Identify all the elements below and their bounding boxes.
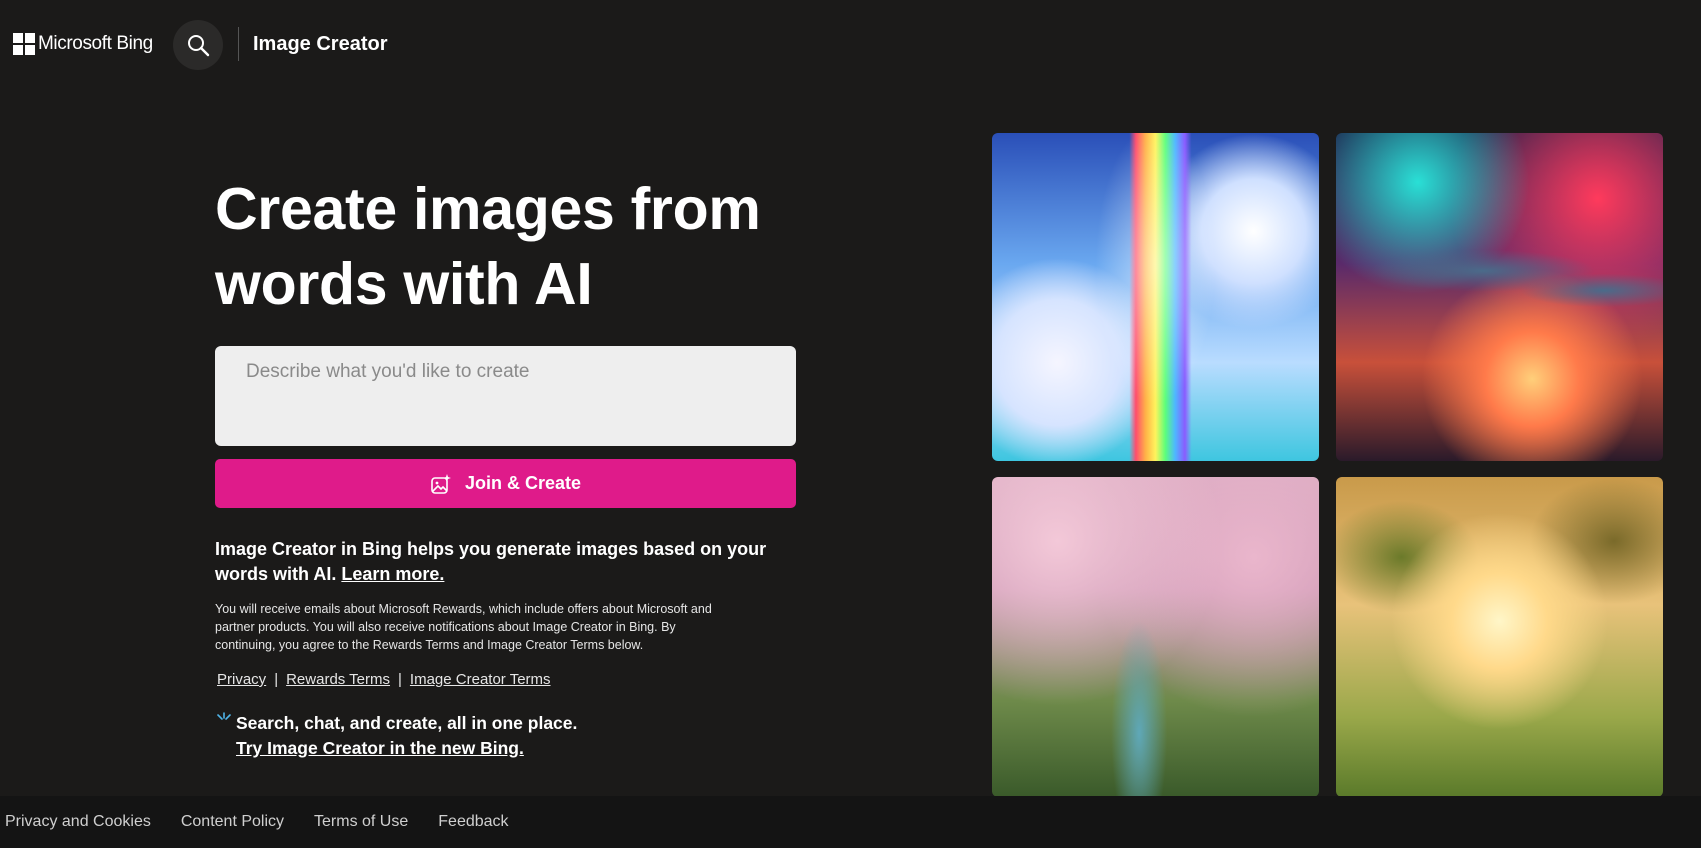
gallery-image-kite-park[interactable] — [1336, 477, 1663, 797]
footer-link-feedback[interactable]: Feedback — [438, 813, 508, 831]
prompt-input[interactable] — [215, 346, 796, 446]
gallery-image-cherry-blossom-stream[interactable] — [992, 477, 1319, 797]
description: Image Creator in Bing helps you generate… — [215, 537, 805, 587]
microsoft-bing-logo[interactable]: Microsoft Bing — [13, 32, 153, 56]
search-icon — [188, 35, 210, 57]
hero-title-line2: words with AI — [215, 251, 593, 317]
rewards-terms-link[interactable]: Rewards Terms — [286, 671, 390, 688]
new-bing-promo: Search, chat, and create, all in one pla… — [216, 711, 577, 761]
app-title[interactable]: Image Creator — [253, 33, 388, 56]
legal-links: Privacy | Rewards Terms | Image Creator … — [217, 671, 551, 688]
header-divider — [238, 27, 239, 61]
link-separator: | — [274, 671, 279, 688]
footer-link-content-policy[interactable]: Content Policy — [181, 813, 284, 831]
footer: Privacy and Cookies Content Policy Terms… — [0, 796, 1701, 848]
try-new-bing-link[interactable]: Try Image Creator in the new Bing. — [236, 736, 577, 761]
privacy-link[interactable]: Privacy — [217, 671, 266, 688]
logo-text: Microsoft Bing — [38, 33, 153, 54]
description-text: Image Creator in Bing helps you generate… — [215, 539, 767, 584]
search-button[interactable] — [173, 20, 223, 70]
link-separator: | — [398, 671, 402, 688]
hero-title-line1: Create images from — [215, 176, 761, 242]
gallery-image-space-city[interactable] — [1336, 133, 1663, 461]
hero-title: Create images from words with AI — [215, 172, 815, 322]
gallery-image-rainbow-waterfall[interactable] — [992, 133, 1319, 461]
rewards-disclaimer: You will receive emails about Microsoft … — [215, 602, 712, 652]
windows-logo-icon — [13, 33, 35, 55]
join-and-create-button[interactable]: Join & Create — [215, 459, 796, 508]
join-and-create-label: Join & Create — [464, 473, 582, 493]
learn-more-link[interactable]: Learn more. — [341, 564, 444, 584]
footer-link-privacy-cookies[interactable]: Privacy and Cookies — [5, 813, 151, 831]
image-sparkle-icon — [431, 473, 451, 494]
sparkle-icon — [217, 711, 231, 720]
promo-text: Search, chat, and create, all in one pla… — [236, 713, 578, 733]
top-bar: Microsoft Bing Image Creator — [0, 0, 1701, 88]
image-creator-terms-link[interactable]: Image Creator Terms — [410, 671, 551, 688]
footer-link-terms-of-use[interactable]: Terms of Use — [314, 813, 408, 831]
